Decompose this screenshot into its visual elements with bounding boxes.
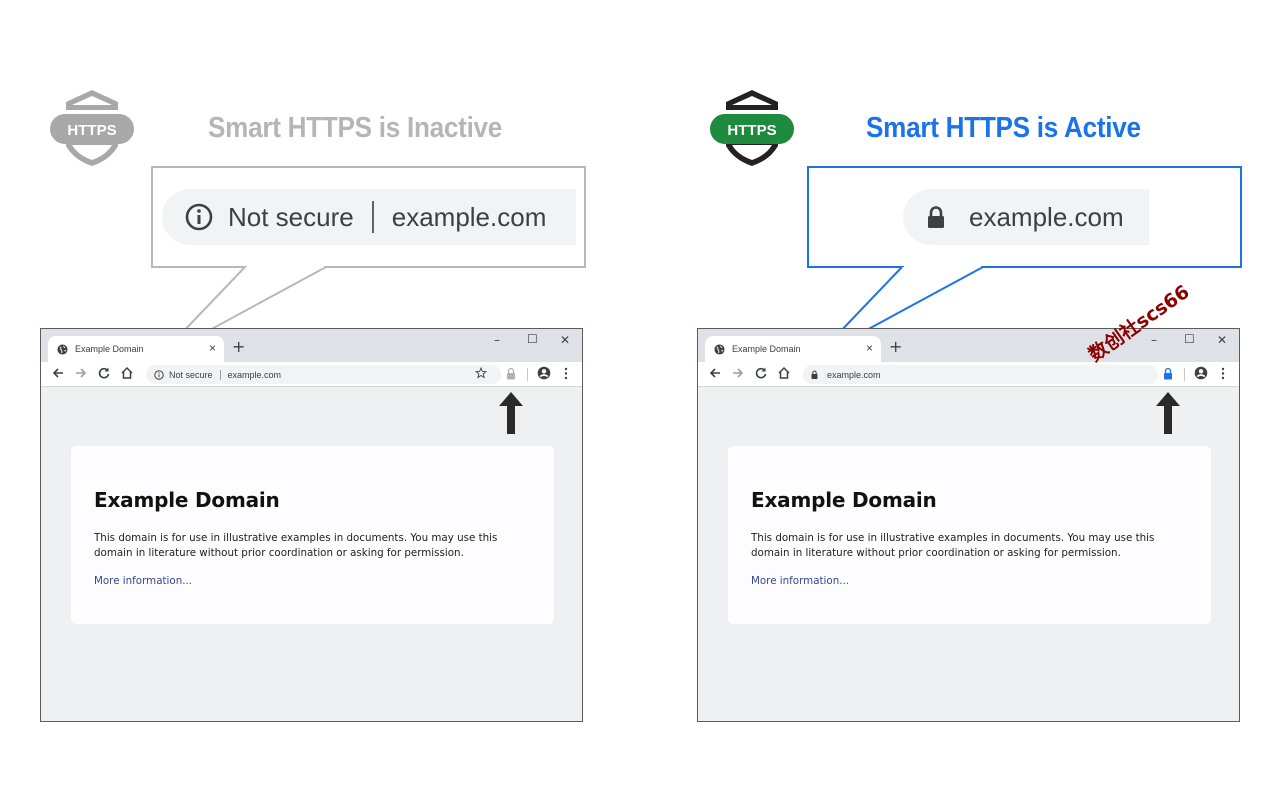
page-title: Example Domain [751, 488, 937, 512]
reload-icon[interactable] [754, 366, 768, 380]
https-shield-icon: HTTPS [50, 90, 134, 166]
divider [1184, 368, 1185, 381]
page-content-card: Example Domain This domain is for use in… [71, 446, 554, 624]
page-title: Example Domain [94, 488, 280, 512]
active-panel: HTTPS Smart HTTPS is Active example.com … [657, 0, 1280, 800]
window-close-button[interactable]: ✕ [560, 333, 570, 347]
browser-toolbar: Not secure example.com [41, 362, 582, 387]
lock-icon[interactable] [1163, 367, 1173, 380]
globe-icon [57, 343, 68, 355]
tab-close-icon[interactable]: × [866, 342, 873, 354]
tab-example-domain[interactable]: Example Domain × [48, 336, 224, 362]
page-body: This domain is for use in illustrative e… [94, 532, 498, 559]
lock-icon[interactable] [811, 370, 818, 379]
security-label: Not secure [169, 369, 213, 380]
globe-icon [714, 343, 725, 355]
tab-close-icon[interactable]: × [209, 342, 216, 354]
tab-strip: Example Domain × + – ☐ ✕ [41, 329, 582, 362]
arrow-up-icon [1156, 392, 1180, 434]
badge-text: HTTPS [727, 122, 776, 139]
badge-text: HTTPS [67, 122, 116, 139]
divider [527, 368, 528, 381]
lock-icon [928, 206, 944, 228]
url-text[interactable]: example.com [228, 370, 282, 380]
inactive-panel: HTTPS Smart HTTPS is Inactive Not secure… [0, 0, 640, 800]
zoomed-omnibox: Not secure example.com [162, 189, 576, 245]
profile-icon[interactable] [537, 366, 551, 380]
back-icon[interactable] [51, 366, 65, 380]
tab-strip: Example Domain × + – ☐ ✕ [698, 329, 1239, 362]
tab-title: Example Domain [732, 344, 801, 354]
tab-title: Example Domain [75, 344, 144, 354]
omnibox[interactable]: example.com [803, 365, 1158, 384]
home-icon[interactable] [777, 366, 791, 380]
menu-icon[interactable] [564, 367, 568, 380]
browser-window: Example Domain × + – ☐ ✕ [40, 328, 583, 722]
lock-icon[interactable] [506, 367, 516, 380]
info-icon [185, 203, 213, 231]
page-body: This domain is for use in illustrative e… [751, 532, 1155, 559]
star-icon[interactable] [475, 367, 487, 379]
reload-icon[interactable] [97, 366, 111, 380]
zoomed-url: example.com [969, 201, 1124, 232]
maximize-button[interactable]: ☐ [1184, 332, 1195, 346]
forward-icon[interactable] [731, 366, 745, 380]
info-icon[interactable] [154, 369, 164, 380]
url-text[interactable]: example.com [827, 370, 881, 380]
new-tab-button[interactable]: + [232, 339, 245, 355]
minimize-button[interactable]: – [1151, 333, 1157, 347]
new-tab-button[interactable]: + [889, 339, 902, 355]
arrow-up-icon [499, 392, 523, 434]
menu-icon[interactable] [1221, 367, 1225, 380]
more-information-link[interactable]: More information... [751, 575, 1188, 587]
tab-example-domain[interactable]: Example Domain × [705, 336, 881, 362]
maximize-button[interactable]: ☐ [527, 332, 538, 346]
back-icon[interactable] [708, 366, 722, 380]
profile-icon[interactable] [1194, 366, 1208, 380]
divider [219, 369, 221, 380]
window-close-button[interactable]: ✕ [1217, 333, 1227, 347]
minimize-button[interactable]: – [494, 333, 500, 347]
home-icon[interactable] [120, 366, 134, 380]
omnibox[interactable]: Not secure example.com [146, 365, 501, 384]
zoomed-security-label: Not secure [228, 201, 354, 232]
page-content-card: Example Domain This domain is for use in… [728, 446, 1211, 624]
browser-window: Example Domain × + – ☐ ✕ [697, 328, 1240, 722]
divider [371, 201, 374, 233]
inactive-heading: Smart HTTPS is Inactive [208, 112, 503, 144]
more-information-link[interactable]: More information... [94, 575, 531, 587]
browser-toolbar: example.com [698, 362, 1239, 387]
active-heading: Smart HTTPS is Active [866, 112, 1141, 144]
zoomed-url: example.com [391, 201, 547, 232]
zoomed-omnibox: example.com [903, 189, 1149, 245]
forward-icon[interactable] [74, 366, 88, 380]
https-shield-icon: HTTPS [710, 90, 794, 166]
